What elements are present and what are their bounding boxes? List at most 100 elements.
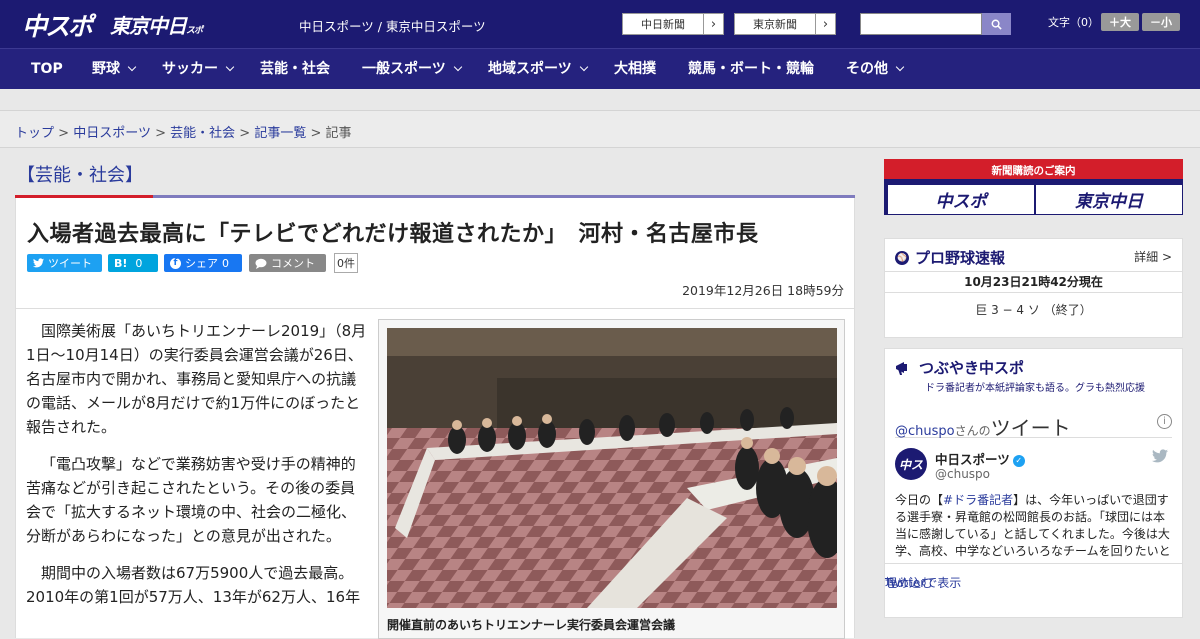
nav-label: 地域スポーツ [488,61,572,77]
nav-label: 芸能・社会 [260,61,330,77]
speech-bubble-icon [255,258,267,269]
twitter-timeline-title: @chuspoさんのツイート [895,412,1071,441]
font-bigger-button[interactable]: ＋大 [1101,13,1139,31]
megaphone-icon [896,361,907,375]
twitter-card-heading: つぶやき中スポ [919,359,1025,377]
score-line[interactable]: 巨 3 − 4 ソ （終了） [885,301,1182,318]
twitter-card-title: つぶやき中スポ [895,357,1024,378]
breadcrumb-link[interactable]: トップ [15,126,54,141]
breadcrumb-link[interactable]: 芸能・社会 [170,126,235,141]
chevron-right-icon: › [703,14,723,34]
comment-count: 0件 [334,253,358,273]
article-paragraph: 「電凸攻撃」などで業務妨害や受け手の精神的苦痛などが引き起こされたという。その後… [26,455,357,545]
info-icon[interactable]: i [1157,414,1172,429]
article-photo[interactable] [387,328,837,608]
chunichi-sports-logo[interactable]: 中スポ [22,7,102,41]
banner-logo-tokyo-chunichi[interactable]: 東京中日 [1036,185,1182,214]
twitter-bird-icon[interactable] [1152,449,1168,463]
baseball-detail-link[interactable]: 詳細 > [1134,248,1172,265]
hatena-bookmark-button[interactable]: B! 0 [108,254,158,272]
site-links[interactable]: 中日スポーツ / 東京中日スポーツ [299,16,486,35]
facebook-share-button[interactable]: f シェア 0 [164,254,242,272]
tweet-label: ツイート [48,257,92,270]
photo-caption: 開催直前のあいちトリエンナーレ実行委員会運営会議 [387,618,676,632]
chunichi-shimbun-button[interactable]: 中日新聞 › [622,13,724,35]
twitter-handle-suffix: さんの [954,424,991,438]
score-timestamp: 10月23日21時42分現在 [885,271,1182,293]
facebook-count: 0 [222,256,229,270]
breadcrumb-separator: > [239,126,251,141]
tweet-user-name-text: 中日スポーツ [935,452,1010,467]
verified-badge-icon: ✓ [1012,454,1025,467]
article-paragraph: 期間中の入場者数は67万5900人で過去最高。2010年の第1回が57万人、13… [26,564,361,606]
breadcrumb: トップ > 中日スポーツ > 芸能・社会 > 記事一覧 > 記事 [15,122,352,141]
tokyo-shimbun-button[interactable]: 東京新聞 › [734,13,836,35]
chevron-down-icon [225,62,235,72]
nav-label: その他 [846,61,888,77]
chunichi-shimbun-label: 中日新聞 [641,18,685,31]
article-paragraph: 国際美術展「あいちトリエンナーレ2019」（8月1日～10月14日）の実行委員会… [26,322,367,436]
search-icon [991,19,1002,30]
chevron-down-icon [453,62,462,72]
tokyo-chunichi-logo[interactable]: 東京中日スポーツ [110,10,210,61]
nav-item-baseball[interactable]: 野球 [92,49,137,89]
article-divider [16,308,854,309]
nav-item-top[interactable]: TOP [31,49,63,89]
meeting-room-photo [387,328,837,608]
chevron-down-icon [579,62,588,72]
twitter-timeline-footer: 埋め込む Twitterで表示 [885,563,1182,599]
nav-label: 競馬・ボート・競輪 [688,61,814,77]
tweet-hashtag[interactable]: #ドラ番記者 [943,493,1013,507]
nav-label: 大相撲 [614,61,656,77]
nav-label: 野球 [92,61,120,77]
avatar[interactable]: 中ス [895,448,927,480]
chevron-down-icon [895,62,905,72]
nav-item-racing[interactable]: 競馬・ボート・競輪 [688,49,814,89]
tweet-user-name[interactable]: 中日スポーツ ✓ [935,449,1025,468]
baseball-scores-title: ⚾ プロ野球速報 [895,247,1005,268]
breadcrumb-separator: > [310,126,322,141]
breadcrumb-separator: > [155,126,166,141]
nav-label: 一般スポーツ [362,61,446,77]
comment-button[interactable]: コメント [249,254,326,272]
main-nav: TOP 野球 サッカー 芸能・社会 一般スポーツ 地域スポーツ 大相撲 競馬・ボ… [0,48,1200,89]
tweet-text-pre: 今日の【 [895,493,944,507]
nav-label: サッカー [162,61,218,77]
tweet-button[interactable]: ツイート [27,254,102,272]
baseball-scores-card: ⚾ プロ野球速報 詳細 > 10月23日21時42分現在 巨 3 − 4 ソ （… [884,238,1183,338]
facebook-label: シェア [185,257,218,270]
subscription-banner[interactable]: 新聞購読のご案内 中スポ 東京中日 [884,159,1183,215]
breadcrumb-bar: トップ > 中日スポーツ > 芸能・社会 > 記事一覧 > 記事 [0,110,1200,148]
nav-item-soccer[interactable]: サッカー [162,49,235,89]
nav-item-entertainment[interactable]: 芸能・社会 [260,49,330,89]
breadcrumb-link[interactable]: 記事一覧 [254,126,306,141]
nav-item-sumo[interactable]: 大相撲 [614,49,656,89]
hatena-icon: B! [114,256,128,270]
baseball-icon: ⚾ [895,250,909,265]
facebook-icon: f [170,257,181,269]
article-date: 2019年12月26日 18時59分 [682,283,844,298]
banner-logo-chuspo[interactable]: 中スポ [888,185,1034,214]
breadcrumb-link[interactable]: 中日スポーツ [73,126,151,141]
chevron-down-icon [127,62,137,72]
twitter-bird-icon [33,258,44,268]
nav-item-other[interactable]: その他 [846,49,905,89]
site-header: 中スポ 東京中日スポーツ 中日スポーツ / 東京中日スポーツ 中日新聞 › 東京… [0,0,1200,61]
font-smaller-button[interactable]: －小 [1142,13,1180,31]
baseball-scores-heading: プロ野球速報 [915,249,1006,267]
section-title: 【芸能・社会】 [17,165,143,186]
comment-label: コメント [271,257,315,270]
tweet-text: 今日の【#ドラ番記者】は、今年いっぱいで退団する選手寮・昇竜館の松岡館長のお話。… [895,492,1172,558]
tweet-user-handle[interactable]: @chuspo [935,467,990,481]
search-button[interactable] [982,13,1011,35]
tweet-word: ツイート [990,416,1071,440]
tokyo-shimbun-label: 東京新聞 [753,18,797,31]
nav-item-general-sports[interactable]: 一般スポーツ [362,49,462,89]
twitter-timeline-header: @chuspoさんのツイート i [895,404,1172,441]
nav-item-local-sports[interactable]: 地域スポーツ [488,49,588,89]
twitter-card-subtitle: ドラ番記者が本紙評論家も語る。グラも熱烈応援 [925,383,1145,394]
search-input[interactable] [860,13,982,35]
article-headline: 入場者過去最高に「テレビでどれだけ報道されたか」 河村・名古屋市長 [27,222,759,247]
subscription-banner-title: 新聞購読のご案内 [884,163,1183,179]
twitter-handle-link[interactable]: @chuspo [895,424,955,439]
